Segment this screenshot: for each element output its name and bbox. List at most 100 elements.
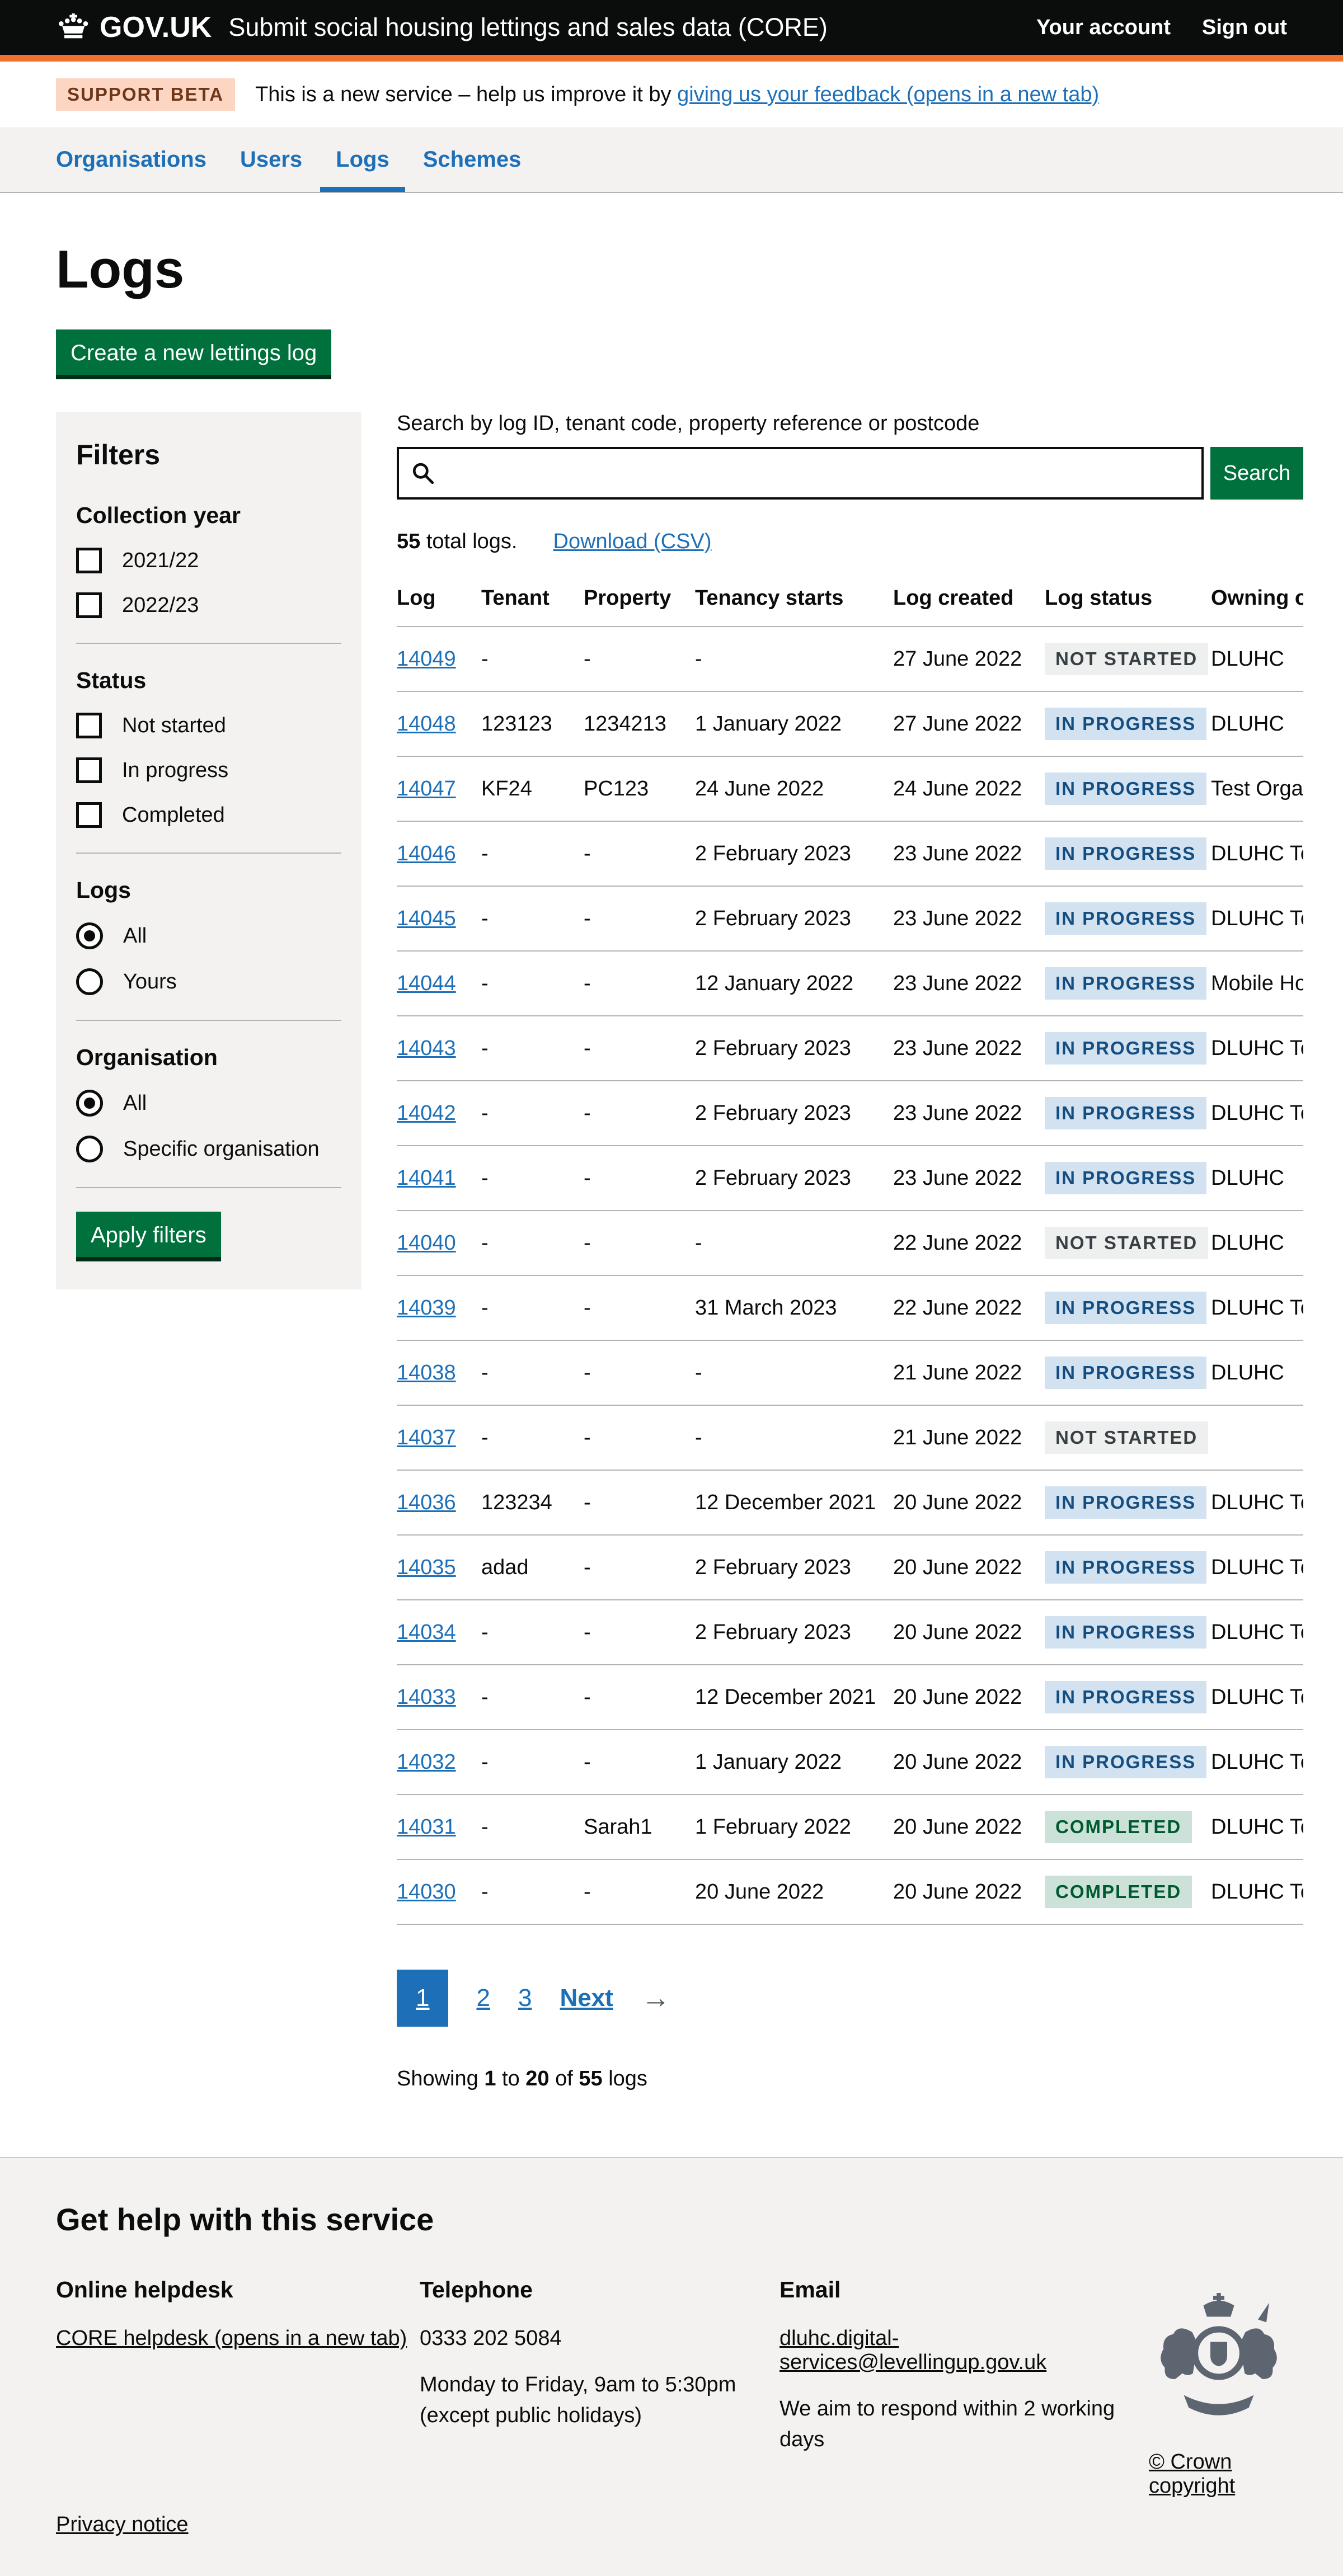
log-link-14042[interactable]: 14042 bbox=[397, 1101, 456, 1125]
log-link-14036[interactable]: 14036 bbox=[397, 1491, 456, 1514]
log-link-14043[interactable]: 14043 bbox=[397, 1037, 456, 1060]
log-link-14037[interactable]: 14037 bbox=[397, 1426, 456, 1449]
feedback-link[interactable]: giving us your feedback (opens in a new … bbox=[677, 83, 1099, 106]
log-link-14039[interactable]: 14039 bbox=[397, 1296, 456, 1320]
showing-of-word: of bbox=[550, 2067, 579, 2090]
filters-divider bbox=[76, 643, 341, 644]
cell-owning-organisation: DLUHC Tes bbox=[1211, 886, 1303, 951]
primary-nav: OrganisationsUsersLogsSchemes bbox=[0, 128, 1343, 193]
apply-filters-button[interactable]: Apply filters bbox=[76, 1212, 221, 1257]
sign-out-link[interactable]: Sign out bbox=[1202, 16, 1287, 40]
log-link-14048[interactable]: 14048 bbox=[397, 712, 456, 736]
pagination-page-2[interactable]: 2 bbox=[476, 1984, 490, 2012]
table-row: 14041--2 February 202323 June 2022IN PRO… bbox=[397, 1146, 1303, 1211]
your-account-link[interactable]: Your account bbox=[1036, 16, 1171, 40]
cell-tenant: - bbox=[481, 1211, 584, 1275]
radio-icon[interactable] bbox=[76, 1136, 103, 1162]
cell-owning-organisation: DLUHC bbox=[1211, 691, 1303, 756]
nav-item-users[interactable]: Users bbox=[224, 128, 318, 192]
service-name-link[interactable]: Submit social housing lettings and sales… bbox=[228, 13, 828, 42]
cell-tenancy-starts: - bbox=[695, 1211, 893, 1275]
filters-heading: Filters bbox=[76, 439, 341, 471]
checkbox-option-in-progress[interactable]: In progress bbox=[76, 757, 341, 783]
log-link-14044[interactable]: 14044 bbox=[397, 972, 456, 995]
cell-tenant: 123123 bbox=[481, 691, 584, 756]
cell-property: - bbox=[584, 1535, 695, 1600]
nav-item-organisations[interactable]: Organisations bbox=[40, 128, 222, 192]
core-helpdesk-link[interactable]: CORE helpdesk (opens in a new tab) bbox=[56, 2327, 407, 2350]
nav-item-schemes[interactable]: Schemes bbox=[407, 128, 537, 192]
table-row: 14034--2 February 202320 June 2022IN PRO… bbox=[397, 1600, 1303, 1665]
radio-option-specific-organisation[interactable]: Specific organisation bbox=[76, 1136, 341, 1162]
checkbox-option-2022-23[interactable]: 2022/23 bbox=[76, 592, 341, 618]
checkbox-icon[interactable] bbox=[76, 713, 102, 738]
nav-item-logs[interactable]: Logs bbox=[320, 128, 405, 192]
column-header-log-status: Log status bbox=[1045, 569, 1211, 627]
cell-log-status: IN PROGRESS bbox=[1045, 1275, 1211, 1340]
log-link-14034[interactable]: 14034 bbox=[397, 1621, 456, 1644]
checkbox-option-2021-22[interactable]: 2021/22 bbox=[76, 548, 341, 573]
log-link-14047[interactable]: 14047 bbox=[397, 777, 456, 800]
results-column: Search by log ID, tenant code, property … bbox=[397, 412, 1303, 2157]
radio-icon[interactable] bbox=[76, 922, 103, 949]
checkbox-option-completed[interactable]: Completed bbox=[76, 802, 341, 828]
radio-option-yours[interactable]: Yours bbox=[76, 968, 341, 995]
cell-tenancy-starts: 20 June 2022 bbox=[695, 1859, 893, 1924]
log-link-14046[interactable]: 14046 bbox=[397, 842, 456, 865]
log-link-14038[interactable]: 14038 bbox=[397, 1361, 456, 1384]
cell-log-status: IN PROGRESS bbox=[1045, 821, 1211, 886]
log-link-14032[interactable]: 14032 bbox=[397, 1750, 456, 1774]
checkbox-icon[interactable] bbox=[76, 592, 102, 618]
column-header-owning-organisation: Owning organisation bbox=[1211, 569, 1303, 627]
status-badge: COMPLETED bbox=[1045, 1876, 1192, 1908]
cell-log-created: 23 June 2022 bbox=[893, 1081, 1045, 1146]
cell-log-status: NOT STARTED bbox=[1045, 1405, 1211, 1470]
log-link-14030[interactable]: 14030 bbox=[397, 1880, 456, 1904]
download-csv-link[interactable]: Download (CSV) bbox=[553, 530, 712, 554]
radio-icon[interactable] bbox=[76, 968, 103, 995]
checkbox-option-not-started[interactable]: Not started bbox=[76, 713, 341, 738]
create-lettings-log-button[interactable]: Create a new lettings log bbox=[56, 329, 331, 375]
log-link-14035[interactable]: 14035 bbox=[397, 1556, 456, 1579]
column-header-log: Log bbox=[397, 569, 481, 627]
cell-log-created: 20 June 2022 bbox=[893, 1665, 1045, 1730]
checkbox-icon[interactable] bbox=[76, 548, 102, 573]
cell-owning-organisation: Mobile Hou bbox=[1211, 951, 1303, 1016]
cell-owning-organisation: DLUHC Tes bbox=[1211, 1795, 1303, 1859]
cell-property: - bbox=[584, 1405, 695, 1470]
cell-tenant: - bbox=[481, 886, 584, 951]
cell-property: - bbox=[584, 821, 695, 886]
pagination-page-3[interactable]: 3 bbox=[518, 1984, 532, 2012]
table-row: 14030--20 June 202220 June 2022COMPLETED… bbox=[397, 1859, 1303, 1924]
status-badge: IN PROGRESS bbox=[1045, 1551, 1206, 1584]
cell-property: - bbox=[584, 1211, 695, 1275]
email-link[interactable]: dluhc.digital-services@levellingup.gov.u… bbox=[779, 2327, 1046, 2374]
log-link-14031[interactable]: 14031 bbox=[397, 1815, 456, 1839]
showing-from: 1 bbox=[484, 2067, 496, 2090]
privacy-notice-link[interactable]: Privacy notice bbox=[56, 2513, 189, 2536]
log-link-14040[interactable]: 14040 bbox=[397, 1231, 456, 1255]
radio-option-all[interactable]: All bbox=[76, 922, 341, 949]
radio-option-all[interactable]: All bbox=[76, 1090, 341, 1117]
checkbox-icon[interactable] bbox=[76, 757, 102, 783]
crown-copyright-link[interactable]: © Crown copyright bbox=[1149, 2450, 1289, 2498]
search-button[interactable]: Search bbox=[1210, 447, 1303, 500]
cell-log-created: 20 June 2022 bbox=[893, 1600, 1045, 1665]
status-badge: IN PROGRESS bbox=[1045, 1486, 1206, 1519]
govuk-logo[interactable]: GOV.UK bbox=[56, 11, 212, 44]
cell-owning-organisation: DLUHC bbox=[1211, 1340, 1303, 1405]
cell-log-created: 20 June 2022 bbox=[893, 1730, 1045, 1795]
search-input[interactable] bbox=[444, 449, 1201, 497]
radio-icon[interactable] bbox=[76, 1090, 103, 1117]
log-link-14049[interactable]: 14049 bbox=[397, 647, 456, 671]
cell-log-created: 27 June 2022 bbox=[893, 691, 1045, 756]
checkbox-icon[interactable] bbox=[76, 802, 102, 828]
pagination-next-link[interactable]: Next bbox=[560, 1984, 613, 2012]
cell-owning-organisation: Test Organis bbox=[1211, 756, 1303, 821]
log-link-14041[interactable]: 14041 bbox=[397, 1166, 456, 1190]
primary-nav-list: OrganisationsUsersLogsSchemes bbox=[40, 128, 1287, 192]
cell-property: - bbox=[584, 886, 695, 951]
pagination-page-1[interactable]: 1 bbox=[397, 1970, 448, 2027]
log-link-14033[interactable]: 14033 bbox=[397, 1685, 456, 1709]
log-link-14045[interactable]: 14045 bbox=[397, 907, 456, 930]
